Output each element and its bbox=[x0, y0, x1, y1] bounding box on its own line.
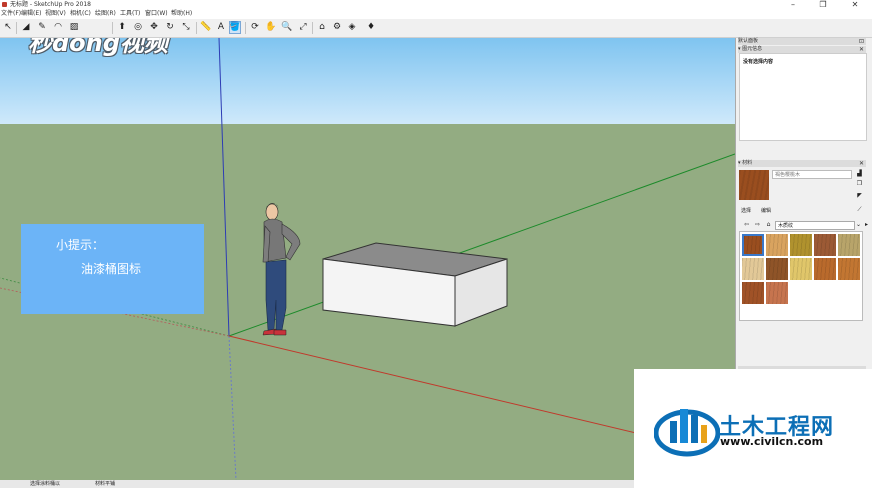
create-material-icon[interactable]: ❐ bbox=[856, 180, 863, 187]
menu-draw[interactable]: 绘图(R) bbox=[95, 9, 116, 19]
maximize-button[interactable]: ❐ bbox=[810, 0, 836, 9]
tray-title: 默认面板 ⊡ bbox=[738, 38, 866, 45]
toolbar-separator bbox=[16, 22, 17, 34]
warehouse-tool-icon[interactable]: ⌂ bbox=[316, 21, 328, 34]
tab-edit[interactable]: 编辑 bbox=[761, 208, 771, 215]
extension-tool-icon[interactable]: ⚙ bbox=[331, 21, 343, 34]
paint-bucket-icon[interactable]: ▟ bbox=[856, 170, 863, 177]
minimize-button[interactable]: – bbox=[780, 0, 806, 9]
menu-view[interactable]: 视图(V) bbox=[45, 9, 66, 19]
toolbar-separator bbox=[312, 22, 313, 34]
close-button[interactable]: ✕ bbox=[842, 0, 868, 9]
current-material-swatch bbox=[739, 170, 769, 200]
status-hint: 材料平铺 bbox=[95, 481, 116, 487]
window-title: 无标题 - SketchUp Pro 2018 bbox=[10, 1, 91, 8]
material-swatch[interactable] bbox=[814, 258, 836, 280]
pencil-tool-icon[interactable]: ✎ bbox=[36, 21, 48, 34]
materials-header[interactable]: ▾ 材料 ✕ bbox=[738, 160, 866, 167]
rotate-tool-icon[interactable]: ↻ bbox=[164, 21, 176, 34]
material-swatch[interactable] bbox=[766, 258, 788, 280]
blue-axis bbox=[218, 38, 230, 337]
material-swatch[interactable] bbox=[742, 258, 764, 280]
menu-bar: 文件(F) 编辑(E) 视图(V) 相机(C) 绘图(R) 工具(T) 窗口(W… bbox=[0, 9, 872, 19]
material-swatch[interactable] bbox=[790, 234, 812, 256]
material-swatch[interactable] bbox=[838, 234, 860, 256]
tip-heading: 小提示： bbox=[56, 238, 105, 252]
menu-file[interactable]: 文件(F) bbox=[1, 9, 21, 19]
ruby-tool-icon[interactable]: ♦ bbox=[365, 21, 377, 34]
watermark-logo-icon bbox=[654, 409, 720, 457]
material-swatch[interactable] bbox=[766, 234, 788, 256]
material-swatch[interactable] bbox=[838, 258, 860, 280]
eraser-tool-icon[interactable]: ◢ bbox=[20, 21, 32, 34]
material-swatch[interactable] bbox=[742, 234, 764, 256]
sample-paint-icon[interactable]: ◤ bbox=[856, 192, 863, 199]
title-bar: 无标题 - SketchUp Pro 2018 – ❐ ✕ bbox=[0, 0, 872, 9]
material-name-field[interactable]: 褐色樱桃木 bbox=[772, 170, 852, 179]
material-swatch[interactable] bbox=[766, 282, 788, 304]
toolbar-separator bbox=[112, 22, 113, 34]
material-swatch[interactable] bbox=[790, 258, 812, 280]
status-text: 选择涂料桶以 bbox=[30, 481, 61, 487]
select-tool-icon[interactable]: ↖ bbox=[2, 21, 14, 34]
rectangle-tool-icon[interactable]: ▨ bbox=[68, 21, 80, 34]
tip-body: 油漆桶图标 bbox=[81, 262, 142, 276]
menu-help[interactable]: 帮助(H) bbox=[171, 9, 192, 19]
close-icon[interactable]: ✕ bbox=[859, 160, 864, 167]
status-bar: 选择涂料桶以 材料平铺 bbox=[0, 480, 640, 488]
toolbar-separator bbox=[245, 22, 246, 34]
menu-edit[interactable]: 编辑(E) bbox=[21, 9, 41, 19]
entity-info-panel: 没有选择内容 bbox=[739, 53, 867, 141]
tab-select[interactable]: 选择 bbox=[741, 208, 751, 215]
material-swatch[interactable] bbox=[814, 234, 836, 256]
tip-box: 小提示： 油漆桶图标 bbox=[21, 224, 204, 314]
pan-tool-icon[interactable]: ✋ bbox=[265, 21, 277, 34]
forward-icon[interactable]: ⇨ bbox=[754, 221, 761, 228]
close-icon[interactable]: ✕ bbox=[859, 46, 864, 53]
blue-axis-negative bbox=[228, 335, 237, 480]
arc-tool-icon[interactable]: ◠ bbox=[52, 21, 64, 34]
menu-tools[interactable]: 工具(T) bbox=[120, 9, 140, 19]
watermark-url: www.civilcn.com bbox=[720, 435, 824, 448]
material-grid bbox=[739, 231, 863, 321]
paint-bucket-tool-icon[interactable]: 🪣 bbox=[229, 21, 241, 34]
offset-tool-icon[interactable]: ◎ bbox=[132, 21, 144, 34]
home-icon[interactable]: ⌂ bbox=[765, 221, 772, 228]
layout-tool-icon[interactable]: ◈ bbox=[346, 21, 358, 34]
app-icon bbox=[2, 2, 7, 7]
entity-info-header[interactable]: ▾ 图元信息 ✕ bbox=[738, 46, 866, 53]
watermark: 土木工程网 www.civilcn.com bbox=[634, 369, 872, 488]
eyedropper-icon[interactable]: ⟋ bbox=[856, 206, 863, 213]
push-pull-tool-icon[interactable]: ⬆ bbox=[116, 21, 128, 34]
model-viewport[interactable]: 秒dong视频 小提示： 油漆桶图标 bbox=[0, 38, 735, 480]
entity-info-label: 图元信息 bbox=[742, 46, 763, 52]
orbit-tool-icon[interactable]: ⟳ bbox=[249, 21, 261, 34]
toolbar-separator bbox=[196, 22, 197, 34]
entity-info-empty: 没有选择内容 bbox=[743, 59, 774, 65]
main-toolbar: ↖ ◢ ✎ ◠ ▨ ⬆ ◎ ✥ ↻ ⤡ 📏 A 🪣 ⟳ ✋ 🔍 ⤢ ⌂ ⚙ ◈ … bbox=[0, 19, 872, 38]
move-tool-icon[interactable]: ✥ bbox=[148, 21, 160, 34]
tray-title-label: 默认面板 bbox=[738, 38, 759, 44]
materials-label: 材料 bbox=[742, 160, 753, 166]
brand-logo: 秒dong视频 bbox=[28, 38, 168, 57]
zoom-extents-tool-icon[interactable]: ⤢ bbox=[297, 21, 309, 34]
library-select[interactable]: 木质纹 bbox=[775, 221, 855, 230]
person-figure bbox=[262, 203, 301, 336]
scale-tool-icon[interactable]: ⤡ bbox=[180, 21, 192, 34]
text-tool-icon[interactable]: A bbox=[215, 21, 227, 34]
tape-measure-tool-icon[interactable]: 📏 bbox=[200, 21, 212, 34]
menu-camera[interactable]: 相机(C) bbox=[70, 9, 91, 19]
tray-pin-icon[interactable]: ⊡ bbox=[859, 38, 864, 45]
details-arrow-icon[interactable]: ▸ bbox=[863, 221, 870, 228]
chevron-down-icon[interactable]: ⌄ bbox=[855, 221, 862, 228]
red-axis bbox=[228, 335, 641, 435]
menu-window[interactable]: 窗口(W) bbox=[145, 9, 168, 19]
material-swatch[interactable] bbox=[742, 282, 764, 304]
back-icon[interactable]: ⇦ bbox=[743, 221, 750, 228]
zoom-tool-icon[interactable]: 🔍 bbox=[281, 21, 293, 34]
